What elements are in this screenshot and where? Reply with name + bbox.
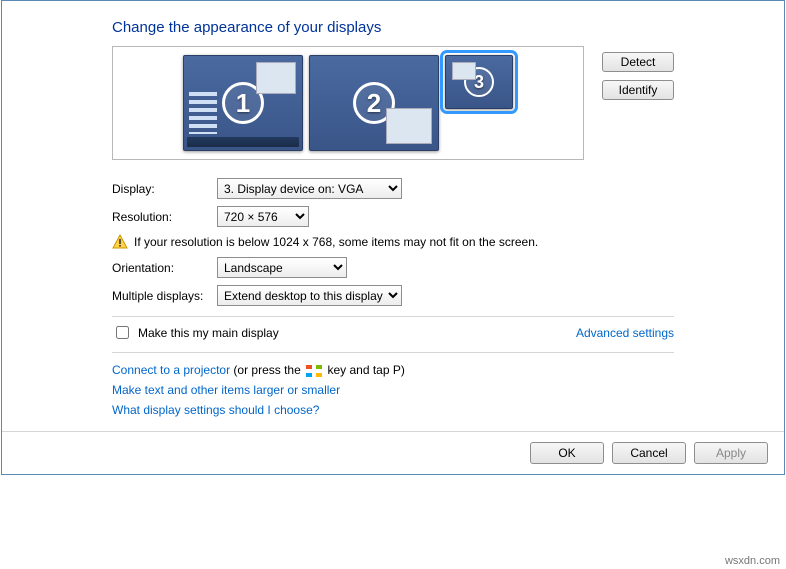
watermark: wsxdn.com	[725, 555, 780, 567]
content-area: Change the appearance of your displays 1…	[2, 1, 784, 431]
display-label: Display:	[112, 182, 217, 196]
text-size-link[interactable]: Make text and other items larger or smal…	[112, 383, 340, 397]
multiple-displays-row: Multiple displays: Extend desktop to thi…	[112, 285, 674, 306]
display-settings-window: Change the appearance of your displays 1…	[1, 0, 785, 475]
resolution-warning: If your resolution is below 1024 x 768, …	[112, 234, 674, 250]
display-row: Display: 3. Display device on: VGA	[112, 178, 674, 199]
monitor-2[interactable]: 2	[309, 55, 439, 151]
multiple-displays-label: Multiple displays:	[112, 289, 217, 303]
warning-text: If your resolution is below 1024 x 768, …	[134, 235, 538, 249]
projector-suffix-pre: (or press the	[233, 363, 304, 377]
monitor-number: 1	[236, 88, 250, 119]
desktop-icons-mock	[189, 92, 217, 134]
window-mock	[386, 108, 432, 144]
orientation-row: Orientation: Landscape	[112, 257, 674, 278]
identify-button[interactable]: Identify	[602, 80, 674, 100]
preview-side-buttons: Detect Identify	[602, 46, 674, 100]
display-select[interactable]: 3. Display device on: VGA	[217, 178, 402, 199]
display-arrangement-box[interactable]: 1 2 3	[112, 46, 584, 160]
resolution-label: Resolution:	[112, 210, 217, 224]
connect-projector-link[interactable]: Connect to a projector	[112, 363, 230, 377]
taskbar-mock	[187, 137, 299, 147]
warning-icon	[112, 234, 128, 250]
page-title: Change the appearance of your displays	[112, 19, 674, 36]
help-link[interactable]: What display settings should I choose?	[112, 403, 319, 417]
detect-button[interactable]: Detect	[602, 52, 674, 72]
main-display-checkbox[interactable]	[116, 326, 129, 339]
projector-suffix-post: key and tap P)	[327, 363, 404, 377]
orientation-label: Orientation:	[112, 261, 217, 275]
window-mock	[256, 62, 296, 94]
resolution-select[interactable]: 720 × 576	[217, 206, 309, 227]
advanced-settings-link[interactable]: Advanced settings	[576, 326, 674, 340]
help-links: Connect to a projector (or press the key…	[112, 363, 674, 417]
apply-button[interactable]: Apply	[694, 442, 768, 464]
main-display-checkbox-label[interactable]: Make this my main display	[112, 323, 279, 342]
monitor-1[interactable]: 1	[183, 55, 303, 151]
resolution-row: Resolution: 720 × 576	[112, 206, 674, 227]
monitor-number: 2	[367, 88, 381, 119]
preview-row: 1 2 3 Detect Identify	[112, 46, 674, 160]
projector-row: Connect to a projector (or press the key…	[112, 363, 674, 377]
multiple-displays-select[interactable]: Extend desktop to this display	[217, 285, 402, 306]
monitor-3[interactable]: 3	[445, 55, 513, 109]
divider	[112, 352, 674, 353]
cancel-button[interactable]: Cancel	[612, 442, 686, 464]
orientation-select[interactable]: Landscape	[217, 257, 347, 278]
main-display-row: Make this my main display Advanced setti…	[112, 323, 674, 342]
window-mock	[452, 62, 476, 80]
divider	[112, 316, 674, 317]
main-display-text: Make this my main display	[138, 326, 279, 340]
dialog-footer: OK Cancel Apply	[2, 431, 784, 474]
ok-button[interactable]: OK	[530, 442, 604, 464]
windows-key-icon	[306, 365, 322, 377]
